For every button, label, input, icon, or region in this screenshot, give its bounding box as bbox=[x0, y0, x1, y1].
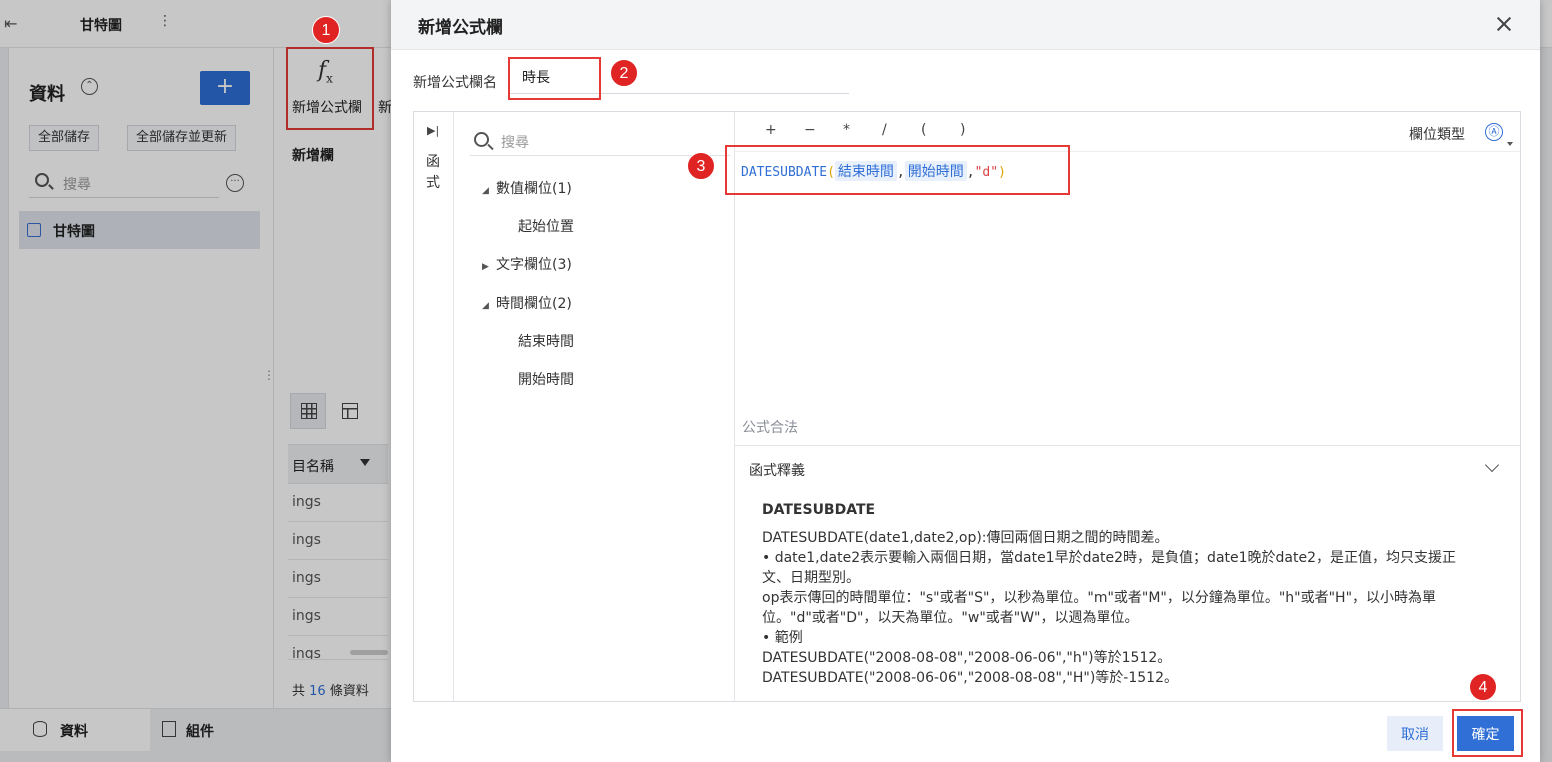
doc-line: DATESUBDATE(date1,date2,op):傳回兩個日期之間的時間差… bbox=[762, 530, 1169, 546]
step-marker-2: 2 bbox=[610, 59, 638, 87]
doc-line: • date1,date2表示要輸入兩個日期，當date1早於date2時，是負… bbox=[762, 550, 1457, 586]
operator-open-paren[interactable]: ( bbox=[921, 122, 960, 138]
step-marker-3: 3 bbox=[687, 152, 715, 180]
operator-close-paren[interactable]: ) bbox=[960, 122, 999, 138]
dialog-title: 新增公式欄 bbox=[418, 18, 503, 38]
operator-plus[interactable]: + bbox=[765, 122, 804, 138]
add-formula-dialog: 新增公式欄 新增公式欄名 ▶| 函式 搜尋 ◢ 數值欄位(1) 起始位置 ▶ 文字欄… bbox=[391, 0, 1540, 762]
doc-divider bbox=[735, 445, 1520, 446]
expand-functions-icon[interactable]: ▶| bbox=[427, 124, 439, 137]
field-item[interactable]: 起始位置 bbox=[518, 216, 574, 236]
field-search-placeholder: 搜尋 bbox=[501, 135, 529, 151]
search-icon bbox=[474, 132, 489, 147]
field-item[interactable]: 結束時間 bbox=[518, 331, 574, 351]
operator-toolbar: + − * /() bbox=[765, 122, 999, 138]
function-rail[interactable]: ▶| 函式 bbox=[414, 112, 454, 701]
group-label: 數值欄位(1) bbox=[496, 181, 572, 197]
step-marker-1: 1 bbox=[312, 16, 340, 44]
function-doc-body: DATESUBDATE DATESUBDATE(date1,date2,op):… bbox=[762, 500, 1482, 688]
field-group-time[interactable]: ◢ 時間欄位(2) bbox=[482, 293, 572, 313]
field-search-input[interactable]: 搜尋 bbox=[470, 126, 730, 156]
doc-line: DATESUBDATE("2008-06-06","2008-08-08","H… bbox=[762, 670, 1178, 686]
highlight-box-3 bbox=[725, 145, 1070, 195]
field-item[interactable]: 開始時間 bbox=[518, 369, 574, 389]
doc-function-name: DATESUBDATE bbox=[762, 502, 876, 518]
highlight-box-4 bbox=[1452, 709, 1523, 757]
chevron-down-icon[interactable] bbox=[1484, 457, 1500, 473]
group-label: 時間欄位(2) bbox=[496, 296, 572, 312]
collapsed-caret-icon: ▶ bbox=[482, 262, 489, 272]
doc-line: • 範例 bbox=[762, 630, 803, 646]
type-dropdown-icon[interactable] bbox=[1507, 142, 1513, 146]
formula-valid-status: 公式合法 bbox=[742, 420, 798, 436]
function-rail-label: 函式 bbox=[426, 154, 440, 191]
operator-divide[interactable]: / bbox=[882, 122, 921, 138]
column-name-label: 新增公式欄名 bbox=[413, 75, 497, 91]
field-group-number[interactable]: ◢ 數值欄位(1) bbox=[482, 178, 572, 198]
operator-multiply[interactable]: * bbox=[843, 122, 882, 138]
operator-minus[interactable]: − bbox=[804, 122, 843, 138]
group-label: 文字欄位(3) bbox=[496, 257, 572, 273]
step-marker-4: 4 bbox=[1469, 673, 1497, 701]
formula-editor: ▶| 函式 搜尋 ◢ 數值欄位(1) 起始位置 ▶ 文字欄位(3) ◢ 時間欄位(2)… bbox=[413, 111, 1521, 702]
field-group-text[interactable]: ▶ 文字欄位(3) bbox=[482, 254, 572, 274]
expanded-caret-icon: ◢ bbox=[482, 186, 489, 196]
expanded-caret-icon: ◢ bbox=[482, 301, 489, 311]
cancel-button[interactable]: 取消 bbox=[1387, 716, 1443, 751]
doc-line: op表示傳回的時間單位："s"或者"S"，以秒為單位。"m"或者"M"，以分鐘為… bbox=[762, 590, 1437, 626]
formula-area: + − * /() 欄位類型 Ⓐ DATESUBDATE(結束時間, 開始時間 ,"d")… bbox=[735, 112, 1520, 701]
text-type-icon[interactable]: Ⓐ bbox=[1485, 123, 1503, 141]
field-panel: 搜尋 ◢ 數值欄位(1) 起始位置 ▶ 文字欄位(3) ◢ 時間欄位(2) 結束時間 … bbox=[454, 112, 735, 701]
dialog-header: 新增公式欄 bbox=[391, 0, 1540, 50]
close-icon[interactable] bbox=[1494, 14, 1514, 34]
field-type-label: 欄位類型 bbox=[1409, 127, 1465, 143]
doc-line: DATESUBDATE("2008-08-08","2008-06-06","h… bbox=[762, 650, 1172, 666]
highlight-box-2 bbox=[508, 57, 601, 100]
function-doc-header[interactable]: 函式釋義 bbox=[749, 460, 805, 480]
